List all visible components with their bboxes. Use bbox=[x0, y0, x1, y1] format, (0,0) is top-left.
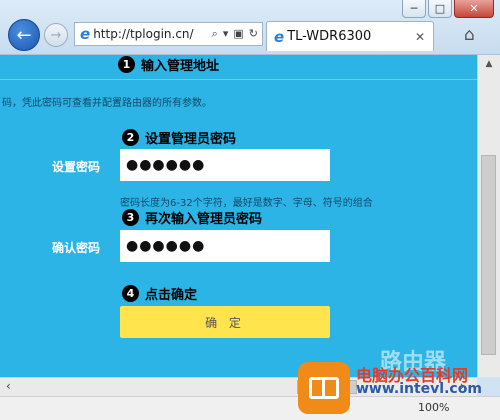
search-icon[interactable]: ⌕ bbox=[212, 27, 218, 41]
book-icon bbox=[309, 377, 339, 399]
maximize-button[interactable]: □ bbox=[428, 0, 452, 18]
divider bbox=[0, 79, 477, 80]
status-bar: 100% bbox=[0, 396, 500, 420]
step-4-text: 点击确定 bbox=[145, 288, 198, 303]
step-1: 1 输入管理地址 bbox=[118, 55, 219, 74]
router-setup-page: 1 输入管理地址 码，凭此密码可查看并配置路由器的所有参数。 2 设置管理员密码… bbox=[0, 55, 477, 377]
compat-view-icon[interactable]: ▣ bbox=[233, 27, 243, 41]
dropdown-icon[interactable]: ▾ bbox=[223, 27, 229, 41]
step-1-number: 1 bbox=[118, 56, 135, 73]
confirm-button[interactable]: 确 定 bbox=[120, 306, 330, 338]
back-button[interactable]: ← bbox=[8, 19, 40, 51]
browser-tab[interactable]: e TL-WDR6300 ✕ bbox=[266, 21, 434, 51]
watermark-logo bbox=[298, 362, 350, 414]
step-2-text: 设置管理员密码 bbox=[145, 132, 237, 147]
step-2: 2 设置管理员密码 bbox=[122, 128, 236, 147]
scroll-up-icon[interactable]: ▲ bbox=[478, 55, 500, 73]
browser-toolbar: ─ □ ✕ ← → e http://tplogin.cn/ ⌕ ▾ ▣ ↻ e… bbox=[0, 0, 500, 55]
address-tools: ⌕ ▾ ▣ ↻ bbox=[212, 27, 258, 41]
step-2-number: 2 bbox=[122, 129, 139, 146]
step-3-number: 3 bbox=[122, 209, 139, 226]
confirm-password-label: 确认密码 bbox=[52, 241, 101, 255]
watermark-site-url: www.intevl.com bbox=[356, 381, 482, 397]
scroll-left-icon[interactable]: ‹ bbox=[6, 379, 11, 393]
ie-icon: e bbox=[274, 27, 285, 46]
confirm-password-input[interactable]: ●●●●●● bbox=[120, 230, 330, 262]
password-hint: 密码长度为6-32个字符，最好是数字、字母、符号的组合 bbox=[120, 198, 373, 209]
ie-icon: e bbox=[80, 25, 91, 43]
zoom-level[interactable]: 100% bbox=[418, 401, 449, 414]
refresh-icon[interactable]: ↻ bbox=[249, 27, 258, 41]
vertical-scrollbar[interactable]: ▲ bbox=[477, 55, 500, 377]
address-text[interactable]: http://tplogin.cn/ bbox=[93, 27, 211, 41]
tab-close-icon[interactable]: ✕ bbox=[415, 30, 425, 44]
tab-title: TL-WDR6300 bbox=[287, 29, 372, 44]
vertical-scroll-thumb[interactable] bbox=[481, 155, 496, 355]
set-password-input[interactable]: ●●●●●● bbox=[120, 149, 330, 181]
description-text: 码，凭此密码可查看并配置路由器的所有参数。 bbox=[2, 98, 212, 109]
step-1-text: 输入管理地址 bbox=[141, 59, 220, 74]
step-4-number: 4 bbox=[122, 285, 139, 302]
arrow-left-icon: ← bbox=[16, 24, 32, 46]
address-bar[interactable]: e http://tplogin.cn/ ⌕ ▾ ▣ ↻ bbox=[74, 22, 263, 46]
set-password-label: 设置密码 bbox=[52, 160, 101, 174]
step-3-text: 再次输入管理员密码 bbox=[145, 212, 263, 227]
minimize-button[interactable]: ─ bbox=[402, 0, 426, 18]
home-icon[interactable]: ⌂ bbox=[464, 25, 475, 45]
step-3: 3 再次输入管理员密码 bbox=[122, 208, 262, 227]
arrow-right-icon: → bbox=[50, 27, 62, 43]
forward-button[interactable]: → bbox=[44, 23, 68, 47]
step-4: 4 点击确定 bbox=[122, 284, 197, 303]
close-window-button[interactable]: ✕ bbox=[454, 0, 494, 18]
window-controls: ─ □ ✕ bbox=[402, 0, 494, 20]
